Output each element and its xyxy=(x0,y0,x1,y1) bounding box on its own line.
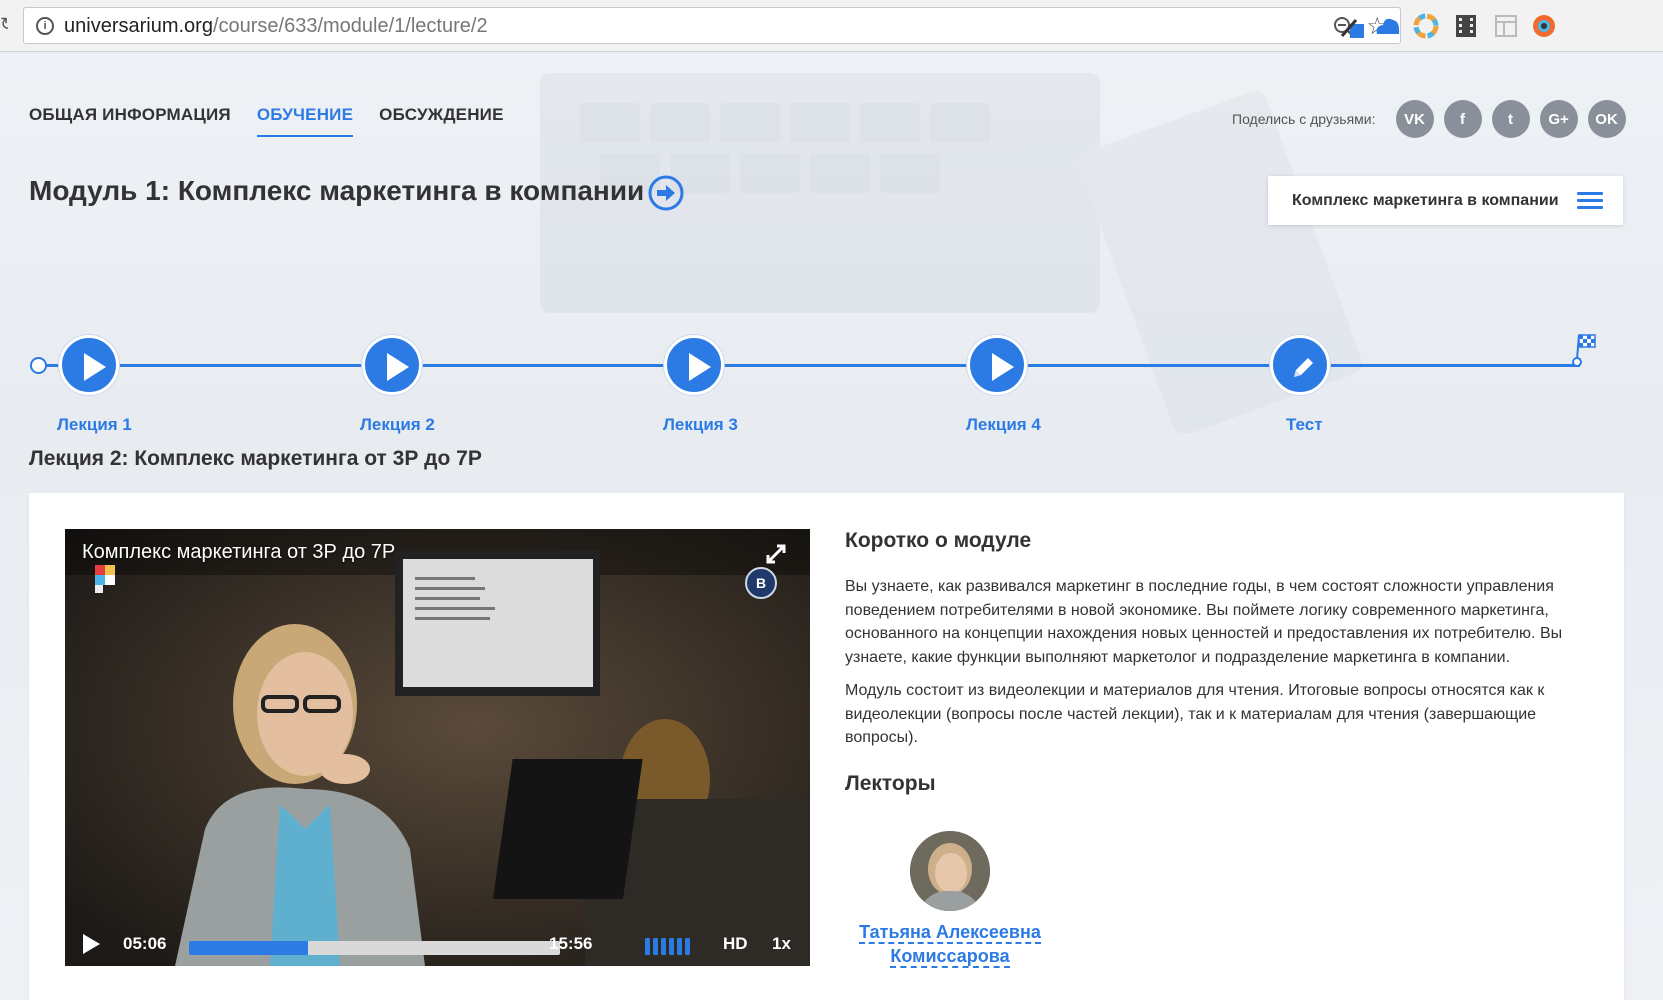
finish-flag-icon xyxy=(1572,334,1596,367)
video-title: Комплекс маркетинга от 3Р до 7Р xyxy=(82,541,396,563)
lecture-4-link[interactable]: Лекция 4 xyxy=(966,415,1041,435)
course-page: ОБЩАЯ ИНФОРМАЦИЯ ОБУЧЕНИЕ ОБСУЖДЕНИЕ Под… xyxy=(0,53,1663,1000)
lecture-content-card: Комплекс маркетинга от 3Р до 7Р В 05:06 … xyxy=(29,493,1624,1000)
info-icon[interactable]: i xyxy=(36,17,54,35)
duration: 15:56 xyxy=(549,934,593,953)
universarium-logo-icon xyxy=(95,565,115,593)
lecture-3-play-button[interactable] xyxy=(664,335,724,395)
seek-bar-progress xyxy=(189,941,308,955)
tab-general-info[interactable]: ОБЩАЯ ИНФОРМАЦИЯ xyxy=(29,105,231,137)
fullscreen-icon[interactable] xyxy=(765,543,787,565)
volume-bar xyxy=(669,938,674,955)
module-timeline: Лекция 1 Лекция 2 Лекция 3 Лекция 4 Тест xyxy=(0,253,1663,434)
module-menu-label: Комплекс маркетинга в компании xyxy=(1292,191,1559,209)
browser-toolbar: ↻ i universarium.org/course/633/module/1… xyxy=(0,0,1663,52)
lecturer-card[interactable]: Татьяна Алексеевна Комиссарова xyxy=(845,831,1055,968)
course-tabs: ОБЩАЯ ИНФОРМАЦИЯ ОБУЧЕНИЕ ОБСУЖДЕНИЕ xyxy=(29,105,504,137)
timeline-start-dot xyxy=(30,357,47,374)
video-controls: 05:06 15:56 HD 1x xyxy=(65,924,810,966)
play-icon xyxy=(992,353,1014,381)
test-link[interactable]: Тест xyxy=(1286,415,1323,435)
camera-extension-icon[interactable] xyxy=(1530,12,1558,40)
summary-heading: Коротко о модуле xyxy=(845,529,1032,552)
seek-bar[interactable] xyxy=(189,941,560,955)
module-menu-button[interactable]: Комплекс маркетинга в компании xyxy=(1268,176,1623,225)
hamburger-icon xyxy=(1577,192,1603,210)
color-ring-extension-icon[interactable] xyxy=(1412,12,1440,40)
play-icon xyxy=(84,353,106,381)
speed-button[interactable]: 1x xyxy=(772,934,791,954)
module-summary: Коротко о модуле Вы узнаете, как развива… xyxy=(845,529,1585,796)
play-icon[interactable] xyxy=(83,934,100,954)
google-plus-icon[interactable]: G+ xyxy=(1539,100,1578,138)
video-frame-image xyxy=(65,529,810,966)
reload-icon[interactable]: ↻ xyxy=(0,14,8,36)
tab-discussion[interactable]: ОБСУЖДЕНИЕ xyxy=(379,105,504,137)
lecturers-heading: Лекторы xyxy=(845,771,936,795)
cloud-extension-icon[interactable] xyxy=(1373,12,1401,40)
share-block: Поделись с друзьями: VK f t G+ OK xyxy=(1232,100,1626,138)
next-module-arrow-icon[interactable] xyxy=(648,175,684,211)
quality-button[interactable]: HD xyxy=(723,934,748,954)
facebook-icon[interactable]: f xyxy=(1443,100,1482,138)
lecturer-name-link[interactable]: Татьяна Алексеевна Комиссарова xyxy=(845,920,1055,968)
module-title: Модуль 1: Комплекс маркетинга в компании xyxy=(29,175,645,206)
share-label: Поделись с друзьями: xyxy=(1232,111,1376,127)
timeline-line xyxy=(38,364,1580,367)
volume-bar xyxy=(653,938,658,955)
lecture-1-play-button[interactable] xyxy=(59,335,119,395)
tab-learning[interactable]: ОБУЧЕНИЕ xyxy=(256,105,354,137)
play-icon xyxy=(387,353,409,381)
film-extension-icon[interactable] xyxy=(1452,12,1480,40)
play-icon xyxy=(689,353,711,381)
odnoklassniki-icon[interactable]: OK xyxy=(1587,100,1626,138)
pencil-icon xyxy=(1294,358,1313,377)
lecture-2-play-button[interactable] xyxy=(362,335,422,395)
twitter-icon[interactable]: t xyxy=(1491,100,1530,138)
hse-badge-icon: В xyxy=(745,567,777,599)
layout-extension-icon[interactable] xyxy=(1492,12,1520,40)
volume-bar xyxy=(677,938,682,955)
volume-bar xyxy=(661,938,666,955)
lecture-2-link[interactable]: Лекция 2 xyxy=(360,415,435,435)
url-text[interactable]: universarium.org/course/633/module/1/lec… xyxy=(64,15,488,38)
vk-icon[interactable]: VK xyxy=(1395,100,1434,138)
current-time: 05:06 xyxy=(123,934,167,953)
lecture-title: Лекция 2: Комплекс маркетинга от 3Р до 7… xyxy=(29,447,482,470)
lecture-3-link[interactable]: Лекция 3 xyxy=(663,415,738,435)
eyedropper-extension-icon[interactable] xyxy=(1338,12,1366,40)
lecture-4-play-button[interactable] xyxy=(967,335,1027,395)
lecture-1-link[interactable]: Лекция 1 xyxy=(57,415,132,435)
volume-control[interactable] xyxy=(645,938,690,955)
volume-bar xyxy=(685,938,690,955)
video-player[interactable]: Комплекс маркетинга от 3Р до 7Р В 05:06 … xyxy=(65,529,810,966)
address-bar[interactable]: i universarium.org/course/633/module/1/l… xyxy=(23,7,1401,44)
avatar xyxy=(910,831,990,911)
summary-paragraph-1: Вы узнаете, как развивался маркетинг в п… xyxy=(845,578,1563,666)
volume-bar xyxy=(645,938,650,955)
test-button[interactable] xyxy=(1270,335,1330,395)
summary-paragraph-2: Модуль состоит из видеолекции и материал… xyxy=(845,682,1545,746)
